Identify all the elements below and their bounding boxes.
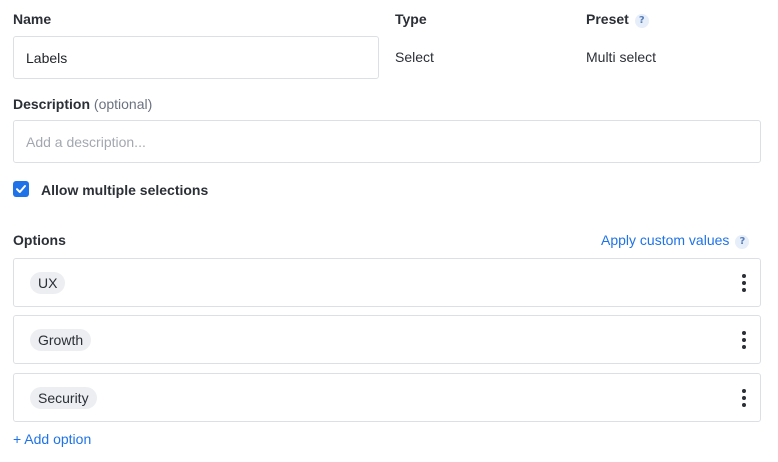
type-label-text: Type [395, 11, 427, 27]
help-icon[interactable]: ? [634, 14, 649, 28]
options-label: Options [13, 232, 66, 248]
option-chip: UX [30, 272, 66, 294]
description-label: Description (optional) [13, 96, 152, 112]
add-option-link[interactable]: + Add option [13, 431, 91, 447]
preset-value: Multi select [586, 49, 657, 65]
type-value: Select [395, 49, 434, 65]
more-options-icon[interactable] [740, 331, 748, 349]
type-label: Type [395, 11, 427, 27]
name-input[interactable] [13, 36, 379, 79]
apply-custom-values-label[interactable]: Apply custom values [601, 232, 729, 248]
help-icon[interactable]: ? [735, 235, 750, 249]
more-options-icon[interactable] [740, 274, 748, 292]
more-options-icon[interactable] [740, 389, 748, 407]
name-label-text: Name [13, 11, 52, 27]
allow-multiple-checkbox[interactable] [13, 181, 29, 197]
option-row[interactable]: Growth [13, 315, 761, 364]
checkmark-icon [16, 185, 26, 193]
options-label-text: Options [13, 232, 66, 248]
description-label-text: Description [13, 96, 91, 112]
option-chip: Security [30, 387, 97, 409]
apply-custom-values-link[interactable]: Apply custom values? [601, 232, 750, 249]
allow-multiple-label[interactable]: Allow multiple selections [41, 182, 208, 198]
option-row[interactable]: UX [13, 258, 761, 307]
description-input[interactable] [13, 120, 761, 163]
name-label: Name [13, 11, 51, 27]
optional-label: (optional) [93, 96, 153, 112]
preset-label: Preset? [586, 11, 649, 28]
option-row[interactable]: Security [13, 373, 761, 422]
option-chip: Growth [30, 329, 92, 351]
preset-label-text: Preset [586, 11, 629, 27]
